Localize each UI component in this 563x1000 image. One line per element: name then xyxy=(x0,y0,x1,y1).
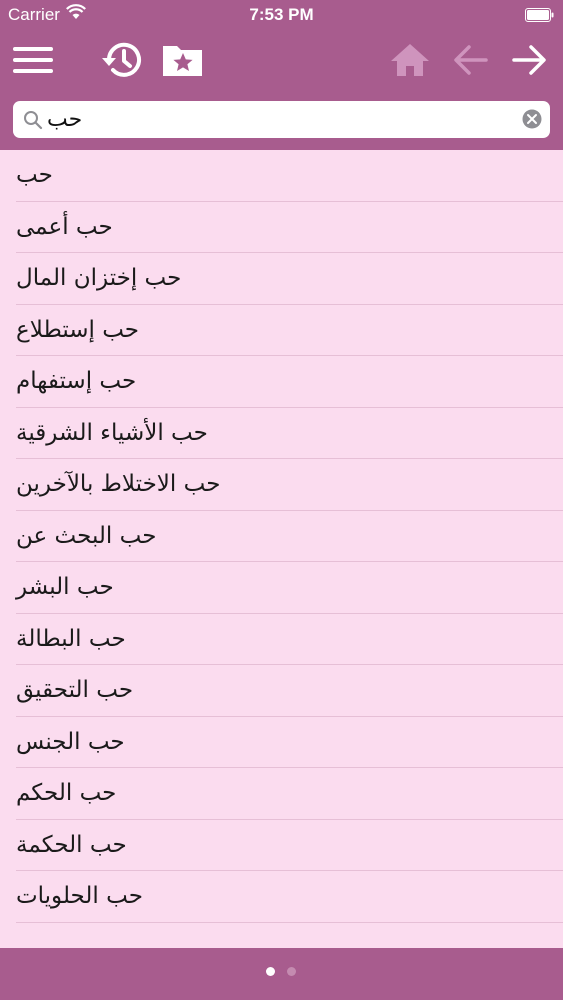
list-item[interactable]: حب xyxy=(0,150,563,202)
status-bar: Carrier 7:53 PM xyxy=(0,0,563,30)
clock: 7:53 PM xyxy=(249,5,314,24)
page-indicator-dot-active[interactable] xyxy=(266,967,275,976)
list-item-label: حب الحكمة xyxy=(16,831,127,858)
search-input[interactable] xyxy=(47,104,507,134)
list-item-label: حب أعمى xyxy=(16,213,113,240)
home-icon xyxy=(388,38,432,82)
back-arrow-icon xyxy=(450,38,492,82)
page-indicator-dot[interactable] xyxy=(287,967,296,976)
menu-button[interactable] xyxy=(10,38,56,82)
list-item[interactable]: حب الحلويات xyxy=(0,871,563,923)
home-button[interactable] xyxy=(388,38,432,82)
list-item[interactable]: حب البحث عن xyxy=(0,511,563,563)
list-item[interactable]: حب الاختلاط بالآخرين xyxy=(0,459,563,511)
list-item-label: حب البطالة xyxy=(16,625,126,652)
history-button[interactable] xyxy=(98,38,146,82)
list-item-label: حب الجنس xyxy=(16,728,125,755)
history-icon xyxy=(98,38,146,82)
list-item[interactable]: حب أعمى xyxy=(0,202,563,254)
list-item-label: حب الأشياء الشرقية xyxy=(16,419,208,446)
list-item-label: حب xyxy=(16,162,53,188)
bottom-bar xyxy=(0,948,563,1000)
results-list: حب حب أعمى حب إختزان المال حب إستطلاع حب… xyxy=(0,150,563,948)
list-item[interactable]: حب الحكمة xyxy=(0,820,563,872)
list-item[interactable]: حب الحكم xyxy=(0,768,563,820)
list-item[interactable]: حب إختزان المال xyxy=(0,253,563,305)
battery-icon xyxy=(525,7,555,22)
menu-icon xyxy=(10,38,56,82)
list-item-label: حب الاختلاط بالآخرين xyxy=(16,471,221,497)
clear-icon xyxy=(522,109,542,133)
list-item[interactable]: حب إستفهام xyxy=(0,356,563,408)
favorites-button[interactable] xyxy=(160,38,206,82)
list-item[interactable]: حب الجنس xyxy=(0,717,563,769)
clear-search-button[interactable] xyxy=(522,109,542,133)
list-item-label: حب البشر xyxy=(16,574,114,600)
forward-arrow-icon xyxy=(508,38,550,82)
forward-button[interactable] xyxy=(508,38,550,82)
list-item-label: حب إختزان المال xyxy=(16,265,182,291)
list-item[interactable]: حب التحقيق xyxy=(0,665,563,717)
list-item[interactable]: حب الأشياء الشرقية xyxy=(0,408,563,460)
back-button[interactable] xyxy=(450,38,492,82)
list-item-label: حب إستطلاع xyxy=(16,316,140,343)
toolbar xyxy=(0,30,563,92)
list-item[interactable]: حب البشر xyxy=(0,562,563,614)
search-box xyxy=(13,101,550,138)
list-item-label: حب الحلويات xyxy=(16,883,143,909)
search-bar xyxy=(0,92,563,150)
search-icon xyxy=(23,110,43,134)
list-item-label: حب البحث عن xyxy=(16,522,157,549)
list-item-label: حب إستفهام xyxy=(16,368,137,394)
list-item-label: حب الحكم xyxy=(16,780,117,806)
favorites-folder-icon xyxy=(160,38,206,82)
list-item[interactable]: حب البطالة xyxy=(0,614,563,666)
list-item-label: حب التحقيق xyxy=(16,677,134,703)
list-item[interactable]: حب إستطلاع xyxy=(0,305,563,357)
